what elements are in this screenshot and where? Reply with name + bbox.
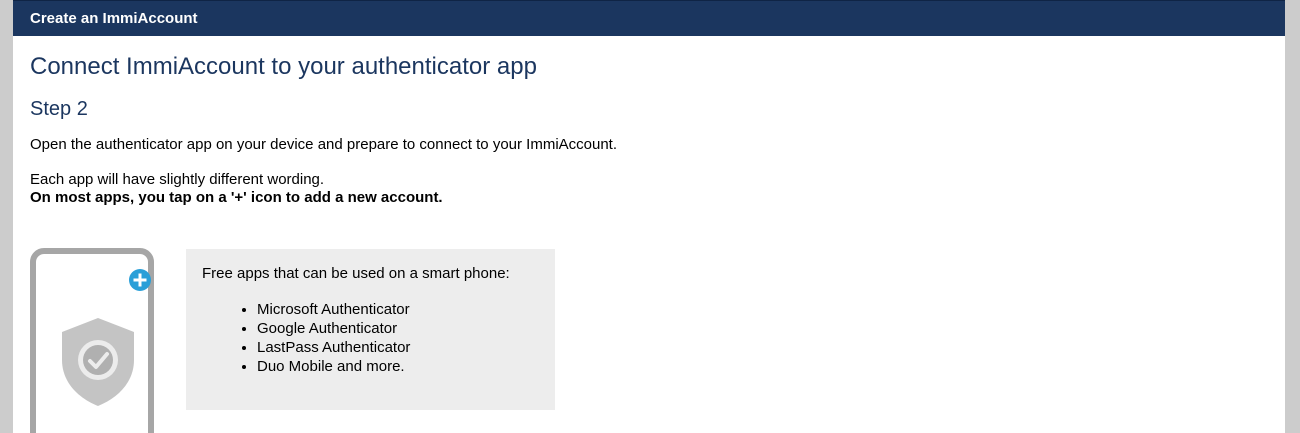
step-title: Step 2 [30, 98, 88, 120]
free-apps-intro: Free apps that can be used on a smart ph… [202, 265, 510, 282]
list-item: LastPass Authenticator [257, 338, 555, 357]
page-title: Connect ImmiAccount to your authenticato… [30, 53, 537, 80]
app-list: Microsoft Authenticator Google Authentic… [202, 300, 555, 376]
list-item: Duo Mobile and more. [257, 357, 555, 376]
shield-check-icon [62, 318, 134, 406]
list-item: Microsoft Authenticator [257, 300, 555, 319]
plus-icon [129, 269, 151, 291]
instruction-open-app: Open the authenticator app on your devic… [30, 136, 618, 153]
main-content: Connect ImmiAccount to your authenticato… [13, 36, 1285, 207]
page-container: Create an ImmiAccount Connect ImmiAccoun… [13, 0, 1285, 433]
phone-illustration [30, 248, 154, 433]
instruction-add-account: On most apps, you tap on a '+' icon to a… [30, 189, 443, 206]
header-title: Create an ImmiAccount [30, 10, 198, 27]
list-item: Google Authenticator [257, 319, 555, 338]
free-apps-info-box: Free apps that can be used on a smart ph… [186, 249, 555, 410]
header-bar: Create an ImmiAccount [13, 0, 1285, 36]
instruction-wording: Each app will have slightly different wo… [30, 171, 325, 188]
